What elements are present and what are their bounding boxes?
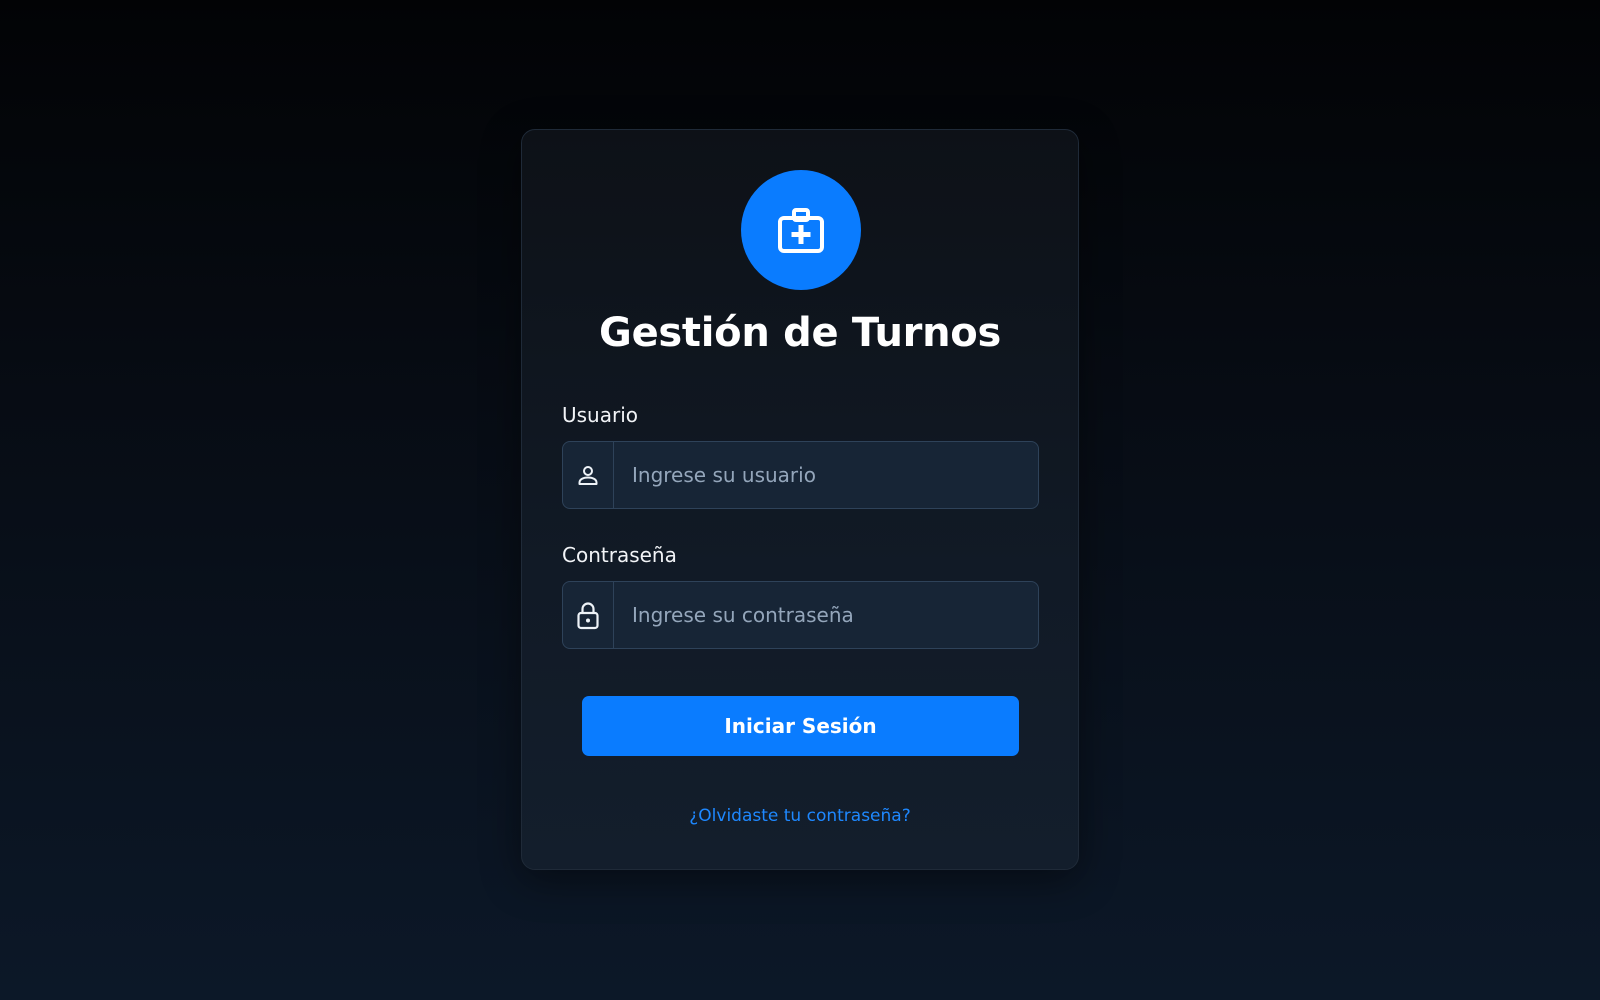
page-title: Gestión de Turnos <box>599 310 1001 356</box>
password-input[interactable] <box>614 582 1038 648</box>
forgot-password-link[interactable]: ¿Olvidaste tu contraseña? <box>522 806 1078 826</box>
username-input-group <box>562 441 1039 509</box>
user-icon <box>578 466 598 485</box>
username-input[interactable] <box>614 442 1038 508</box>
medical-kit-icon <box>778 208 824 253</box>
login-button[interactable]: Iniciar Sesión <box>582 696 1019 756</box>
password-addon <box>563 582 614 648</box>
lock-icon <box>577 602 599 630</box>
login-card: Gestión de Turnos Usuario Contraseña Ini… <box>521 129 1079 870</box>
username-label: Usuario <box>562 403 639 427</box>
password-label: Contraseña <box>562 543 677 567</box>
app-logo <box>741 170 861 290</box>
password-input-group <box>562 581 1039 649</box>
username-addon <box>563 442 614 508</box>
